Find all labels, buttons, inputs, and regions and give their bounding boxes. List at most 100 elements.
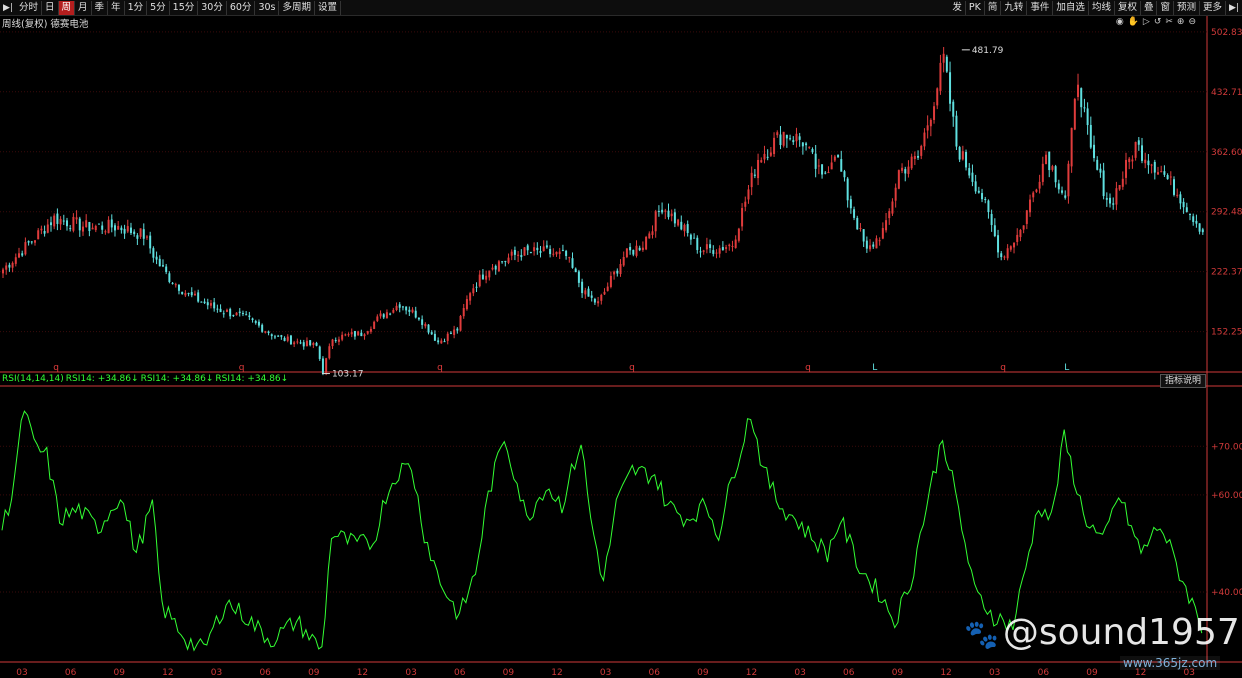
candle-body <box>926 125 929 131</box>
candle-body <box>1083 107 1086 109</box>
candle-body <box>603 291 606 295</box>
candle-body <box>702 250 705 252</box>
price-tick-label: 292.48 <box>1211 208 1242 218</box>
candle-body <box>1025 210 1028 224</box>
candle-body <box>193 293 196 296</box>
candle-body <box>897 170 900 189</box>
candle-body <box>558 251 561 254</box>
candle-body <box>965 151 968 168</box>
candle-body <box>984 199 987 201</box>
candle-body <box>904 169 907 174</box>
candle-body <box>853 209 856 218</box>
candle-body <box>673 212 676 224</box>
candle-body <box>629 246 632 251</box>
candle-body <box>741 208 744 227</box>
candle-body <box>737 228 740 241</box>
candle-body <box>94 225 97 231</box>
candle-body <box>734 239 737 248</box>
time-tick-label: 03 <box>16 668 27 678</box>
candle-body <box>1128 158 1131 163</box>
watermark: 🐾 @sound1957 <box>964 612 1240 653</box>
candle-body <box>382 314 385 318</box>
candle-body <box>555 251 558 255</box>
candle-body <box>846 178 849 201</box>
candle-body <box>539 251 542 253</box>
candle-body <box>123 228 126 234</box>
candle-body <box>987 200 990 213</box>
candle-body <box>241 313 244 315</box>
candle-body <box>1112 203 1115 205</box>
candle-body <box>648 233 651 239</box>
candle-body <box>683 224 686 232</box>
price-tick-label: 152.25 <box>1211 328 1242 338</box>
candle-body <box>369 328 372 332</box>
time-tick-label: 06 <box>65 668 77 678</box>
candle-body <box>1006 248 1009 259</box>
candle-body <box>1064 195 1067 198</box>
candle-body <box>1182 201 1185 208</box>
candle-body <box>1147 160 1150 166</box>
candle-body <box>1009 246 1012 250</box>
candle-body <box>821 164 824 175</box>
time-tick-label: 09 <box>503 668 515 678</box>
candle-body <box>1109 197 1112 204</box>
candle-body <box>613 271 616 275</box>
candle-body <box>638 247 641 251</box>
candle-body <box>472 288 475 294</box>
candle-body <box>8 264 11 268</box>
candle-body <box>792 140 795 143</box>
candle-body <box>1144 159 1147 164</box>
candle-body <box>101 225 104 230</box>
candle-body <box>1035 189 1038 192</box>
candle-body <box>174 284 177 286</box>
candle-body <box>56 213 59 224</box>
candle-body <box>510 251 513 256</box>
candle-body <box>661 209 664 213</box>
candle-body <box>488 270 491 278</box>
candle-body <box>782 131 785 146</box>
candle-body <box>971 172 974 182</box>
candle-body <box>104 231 107 233</box>
candle-body <box>533 247 536 252</box>
candle-body <box>24 242 27 255</box>
time-tick-label: 06 <box>649 668 661 678</box>
candle-body <box>200 301 203 303</box>
candle-body <box>379 313 382 317</box>
candle-body <box>712 250 715 254</box>
candle-body <box>1153 161 1156 173</box>
candle-body <box>190 292 193 296</box>
candle-body <box>517 254 520 256</box>
candle-body <box>881 228 884 239</box>
candle-body <box>955 115 958 147</box>
candle-body <box>360 332 363 337</box>
time-tick-label: 12 <box>551 668 562 678</box>
candle-body <box>437 340 440 343</box>
price-annotation: 103.17 <box>332 370 364 380</box>
candle-body <box>856 217 859 230</box>
candle-body <box>261 324 264 332</box>
candle-body <box>376 316 379 322</box>
candle-body <box>440 340 443 344</box>
candle-body <box>1195 220 1198 224</box>
candle-body <box>677 219 680 226</box>
candle-body <box>1070 127 1073 167</box>
time-tick-label: 09 <box>892 668 904 678</box>
candle-body <box>1179 194 1182 204</box>
candle-body <box>1141 145 1144 161</box>
site-watermark: www.365jz.com <box>1120 656 1221 670</box>
candle-body <box>302 342 305 347</box>
candle-body <box>385 312 388 319</box>
candle-body <box>651 231 654 235</box>
candle-body <box>536 247 539 251</box>
candle-body <box>952 101 955 117</box>
indicator-help-button[interactable]: 指标说明 <box>1160 374 1206 388</box>
candle-body <box>632 249 635 255</box>
candle-body <box>203 301 206 304</box>
candle-body <box>1118 184 1121 190</box>
candle-body <box>833 156 836 161</box>
time-tick-label: 09 <box>114 668 126 678</box>
candle-body <box>168 273 171 282</box>
candle-body <box>635 245 638 256</box>
candle-body <box>155 256 158 260</box>
candle-body <box>728 244 731 247</box>
